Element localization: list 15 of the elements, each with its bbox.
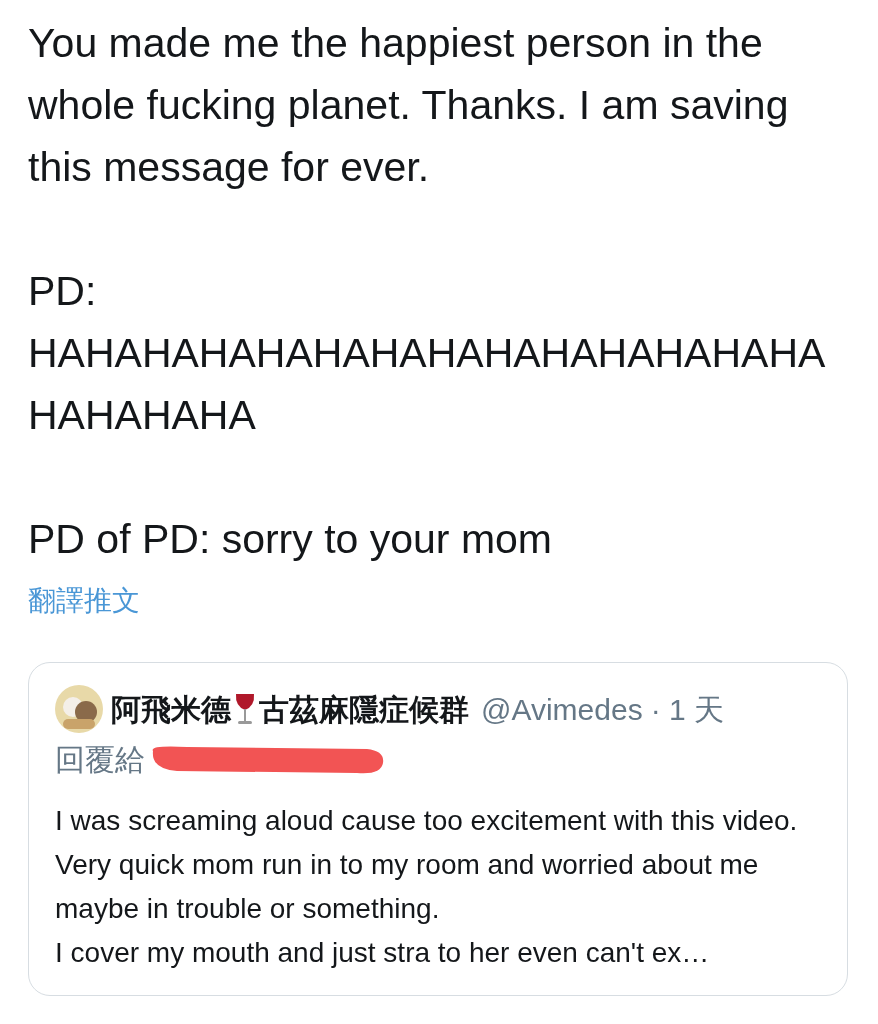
timestamp: · 1 天 (650, 691, 724, 728)
tweet-text: PD: HAHAHAHAHAHAHAHAHAHAHAHAHAHAHAHAHAHA (28, 267, 827, 440)
quoted-tweet-card[interactable] (28, 662, 848, 996)
translate-link[interactable]: 翻譯推文 (28, 585, 140, 616)
quoted-tweet-text: I cover my mouth and just stra to her even can't ex… (55, 936, 711, 970)
quoted-tweet-text: I was screaming aloud cause too excitement with this video. (55, 804, 799, 838)
tweet-text: You made me the happiest person in the whole fucking planet. Thanks. I am saving this message for ever. (28, 19, 790, 192)
reply-to-label: 回覆給 (55, 741, 145, 778)
quoted-tweet-text: Very quick mom run in to my room and worried about me maybe in trouble or something. (55, 848, 760, 926)
user-handle: @Avimedes (481, 691, 643, 728)
display-name: 阿飛米德 (111, 691, 231, 728)
display-name: 古茲麻隱症候群 (259, 691, 469, 728)
wine-glass-icon (233, 692, 257, 726)
avatar[interactable] (55, 685, 103, 733)
tweet-text: PD of PD: sorry to your mom (28, 515, 553, 564)
